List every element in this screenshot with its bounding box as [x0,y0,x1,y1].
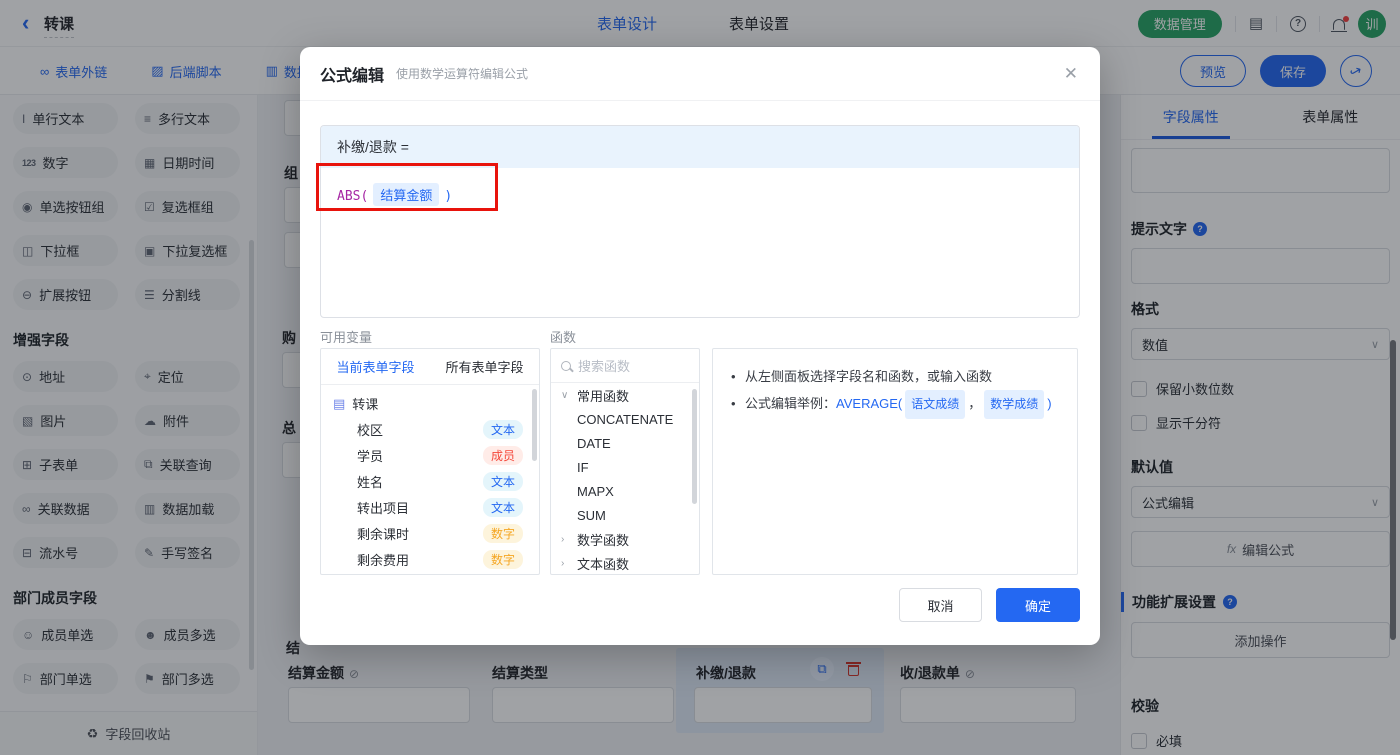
modal-title: 公式编辑 [320,67,385,85]
type-badge: 成员 [482,445,523,465]
variables-panel: 当前表单字段 所有表单字段 ▤ 转课 校区 文本 学员 成员 姓名 文本 转出项目 文本… [320,348,540,575]
function-name: ABS( [337,189,369,204]
caret-right-icon: › [561,557,565,569]
function-group-text[interactable]: › 文本函数 [551,551,699,574]
functions-panel: 搜索函数 ∨ 常用函数 CONCATENATE DATE IF MAPX SUM… [550,348,700,575]
modal-footer: 取消 确定 [899,588,1080,622]
variable-item-transfer-out[interactable]: 转出项目 文本 [321,494,539,520]
example-chip: 语文成绩 [905,390,966,419]
field-chip[interactable]: 结算金额 [373,183,440,206]
type-badge: 数字 [482,549,523,569]
variable-item-remaining-hours[interactable]: 剩余课时 数字 [321,520,539,546]
variable-item-student[interactable]: 学员 成员 [321,442,539,468]
example-chip: 数学成绩 [984,390,1045,419]
modal-header: 公式编辑 使用数学运算符编辑公式 [300,47,1100,101]
help-tip-2: 公式编辑举例：AVERAGE(语文成绩，数学成绩) [729,390,1061,419]
variables-label: 可用变量 [320,330,373,345]
example-close-paren: ) [1047,396,1052,411]
caret-down-icon: ∨ [561,389,569,401]
tab-all-form-fields[interactable]: 所有表单字段 [430,349,539,384]
formula-expression[interactable]: ABS( 结算金额) [321,168,1079,221]
help-tip-1: 从左侧面板选择字段名和函数，或输入函数 [729,363,1061,390]
comma: ， [968,396,982,411]
variables-scrollbar[interactable] [532,389,537,461]
function-group-common[interactable]: ∨ 常用函数 [551,383,699,407]
variable-item-name[interactable]: 姓名 文本 [321,468,539,494]
function-search-input[interactable]: 搜索函数 [551,349,699,383]
search-placeholder: 搜索函数 [578,359,631,374]
functions-label: 函数 [550,330,577,345]
variables-tabs: 当前表单字段 所有表单字段 [321,349,539,385]
app-window: ‹ 转课 表单设计 表单设置 数据管理 ▤ ? 训 ∞ 表单外链 ▨ 后端脚本 [0,0,1400,755]
function-item-mapx[interactable]: MAPX [551,479,699,503]
confirm-button[interactable]: 确定 [996,588,1080,622]
functions-scrollbar[interactable] [692,389,697,504]
modal-subtitle: 使用数学运算符编辑公式 [396,67,529,81]
function-item-date[interactable]: DATE [551,431,699,455]
example-function: AVERAGE( [836,396,903,411]
form-doc-icon: ▤ [333,395,346,411]
type-badge: 文本 [482,471,523,491]
function-group-math[interactable]: › 数学函数 [551,527,699,551]
formula-target: 补缴/退款 = [321,126,1079,168]
caret-right-icon: › [561,533,565,545]
tab-current-form-fields[interactable]: 当前表单字段 [321,349,430,384]
type-badge: 文本 [482,419,523,439]
variable-item-campus[interactable]: 校区 文本 [321,416,539,442]
variable-item-remaining-fee[interactable]: 剩余费用 数字 [321,546,539,572]
close-icon[interactable]: ✕ [1064,64,1078,84]
search-icon [561,360,571,371]
formula-edit-modal: 公式编辑 使用数学运算符编辑公式 ✕ 补缴/退款 = ABS( 结算金额) 可用变… [300,47,1100,645]
formula-editor[interactable]: 补缴/退款 = ABS( 结算金额) [320,125,1080,318]
close-paren: ) [444,189,453,204]
function-item-concatenate[interactable]: CONCATENATE [551,407,699,431]
function-item-sum[interactable]: SUM [551,503,699,527]
cancel-button[interactable]: 取消 [899,588,982,622]
type-badge: 文本 [482,497,523,517]
type-badge: 数字 [482,523,523,543]
function-item-if[interactable]: IF [551,455,699,479]
help-panel: 从左侧面板选择字段名和函数，或输入函数 公式编辑举例：AVERAGE(语文成绩，… [712,348,1078,575]
form-root-node[interactable]: ▤ 转课 [321,385,539,416]
